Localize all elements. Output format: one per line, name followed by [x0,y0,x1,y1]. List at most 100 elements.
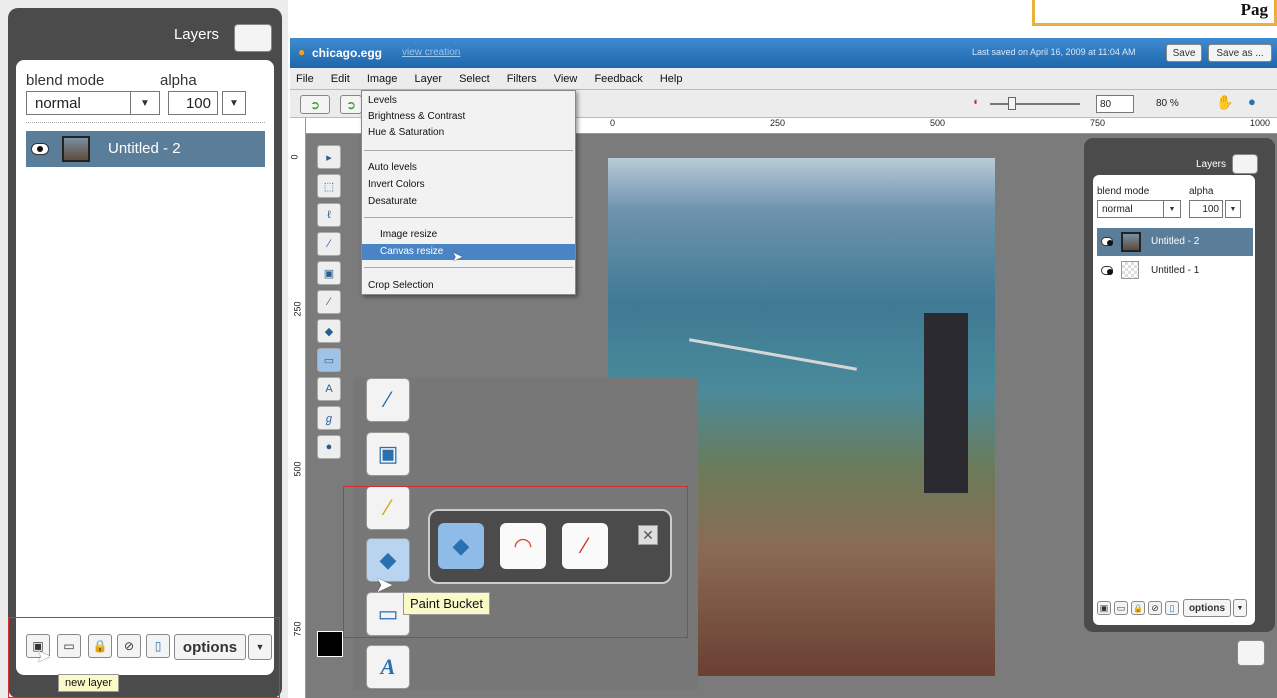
options-button[interactable]: options [1183,599,1231,617]
menu-view[interactable]: View [554,73,578,85]
menu-layer[interactable]: Layer [414,73,442,85]
divider [26,122,265,123]
text-tool-zoom[interactable]: A [366,645,410,689]
menu-file[interactable]: File [296,73,314,85]
lock-icon[interactable]: 🔒 [88,634,112,658]
menu-edit[interactable]: Edit [331,73,350,85]
save-as-button[interactable]: Save as ... [1208,44,1272,62]
blend-mode-dropdown[interactable]: ▼ [1163,200,1181,218]
menu-item-image-resize[interactable]: Image resize [368,227,570,243]
zoom-slider[interactable] [990,103,1080,105]
new-folder-button[interactable]: ▭ [1114,601,1128,615]
menu-item-crop-selection[interactable]: Crop Selection [368,278,570,294]
ruler-mark-1000: 1000 [1250,118,1271,128]
menu-help[interactable]: Help [660,73,683,85]
eraser-tool[interactable]: ▭ [317,348,341,372]
magic-wand-tool-zoom[interactable]: ⁄ [366,378,410,422]
options-button[interactable]: options [174,634,246,660]
save-as-label: Save as ... [1216,47,1264,59]
menu-item-auto-levels[interactable]: Auto levels [368,160,570,176]
ruler-mark-250: 250 [770,118,786,128]
eyedropper-option[interactable]: ⁄ [562,523,608,569]
layers-title: Layers [1196,159,1227,170]
help-icon[interactable]: ● [1248,94,1256,109]
zoom-out-icon[interactable]: ◖ [972,96,979,108]
lasso-tool[interactable]: ℓ [317,203,341,227]
smudge-tool[interactable]: ℊ [317,406,341,430]
hand-icon[interactable]: ✋ [1216,94,1233,111]
blend-mode-label: blend mode [1097,186,1150,197]
layers-body: blend mode alpha normal ▼ 100 ▼ Untitled… [1093,175,1255,625]
magic-wand-tool[interactable]: ⁄ [317,232,341,256]
menu-select[interactable]: Select [459,73,490,85]
panel-menu-button[interactable] [234,24,272,52]
save-button[interactable]: Save [1166,44,1202,62]
sponge-tool[interactable]: ● [317,435,341,459]
transform-tool[interactable]: ▣ [317,261,341,285]
layer-thumbnail [62,136,90,162]
panel-menu-button[interactable] [1232,154,1258,174]
effects-icon[interactable]: ⊘ [1148,601,1162,615]
effects-icon[interactable]: ⊘ [117,634,141,658]
alpha-input[interactable]: 100 [1189,200,1223,218]
cursor-icon: ➤ [452,249,463,264]
zoom-input-value: 80 [1100,98,1112,110]
alpha-input[interactable]: 100 [168,91,218,115]
alpha-value: 100 [185,94,211,112]
vertical-ruler: 0 250 500 750 [290,118,306,698]
redo-button[interactable]: ➲ [340,95,362,114]
brush-tool[interactable]: ⁄ [317,290,341,314]
trash-icon[interactable]: ▯ [146,634,170,658]
left-zoom-panel: Layers blend mode alpha normal ▼ 100 ▼ U… [0,0,288,698]
gradient-option[interactable]: ◠ [500,523,546,569]
view-creation-link[interactable]: view creation [402,47,460,58]
menu-item-brightness-contrast[interactable]: Brightness & Contrast [368,109,570,125]
eye-icon[interactable] [31,143,49,155]
options-dropdown[interactable]: ▼ [248,634,272,660]
menu-image[interactable]: Image [367,73,398,85]
foreground-color-swatch[interactable] [317,631,343,657]
layer-row-selected[interactable]: Untitled - 2 [26,131,265,167]
bucket-tool[interactable]: ◆ [317,319,341,343]
eye-icon[interactable] [1101,237,1113,246]
alpha-dropdown[interactable]: ▼ [222,91,246,115]
layer-row[interactable]: Untitled - 1 [1097,258,1253,284]
zoom-input[interactable]: 80 [1096,95,1134,113]
alpha-value: 100 [1202,203,1219,215]
transform-tool-zoom[interactable]: ▣ [366,432,410,476]
navigator-button[interactable] [1237,640,1265,666]
blend-mode-label: blend mode [26,72,105,89]
marquee-tool[interactable]: ⬚ [317,174,341,198]
paint-bucket-option[interactable]: ◆ [438,523,484,569]
trash-icon[interactable]: ▯ [1165,601,1179,615]
tool-flyout: ◆ ◠ ⁄ ✕ [428,509,672,584]
menu-item-invert-colors[interactable]: Invert Colors [368,177,570,193]
eye-icon[interactable] [1101,266,1113,275]
image-menu: Levels Brightness & Contrast Hue & Satur… [361,90,576,295]
close-icon[interactable]: ✕ [638,525,658,545]
layer-row-selected[interactable]: Untitled - 2 [1097,228,1253,256]
alpha-dropdown[interactable]: ▼ [1225,200,1241,218]
vruler-mark-500: 500 [292,461,303,477]
text-tool[interactable]: A [317,377,341,401]
options-label: options [182,638,238,656]
zoom-slider-handle[interactable] [1008,97,1016,110]
blend-mode-dropdown[interactable]: ▼ [130,91,160,115]
menu-feedback[interactable]: Feedback [594,73,642,85]
new-layer-button[interactable]: ▣ [1097,601,1111,615]
menu-item-hue-saturation[interactable]: Hue & Saturation [368,125,570,141]
undo-button[interactable]: ➲ [300,95,330,114]
options-label: options [1188,602,1226,614]
skyscraper [924,313,968,493]
menu-filters[interactable]: Filters [507,73,537,85]
options-dropdown[interactable]: ▼ [1233,599,1247,617]
menu-item-desaturate[interactable]: Desaturate [368,194,570,210]
lock-icon[interactable]: 🔒 [1131,601,1145,615]
move-tool[interactable]: ▸ [317,145,341,169]
ruler-mark-750: 750 [1090,118,1106,128]
menu-item-levels[interactable]: Levels [368,93,570,109]
page-label: Pag [1032,0,1277,26]
menu-item-canvas-resize[interactable]: Canvas resize [362,244,575,260]
paint-bucket-tooltip: Paint Bucket [403,592,490,615]
new-folder-button[interactable]: ▭ [57,634,81,658]
